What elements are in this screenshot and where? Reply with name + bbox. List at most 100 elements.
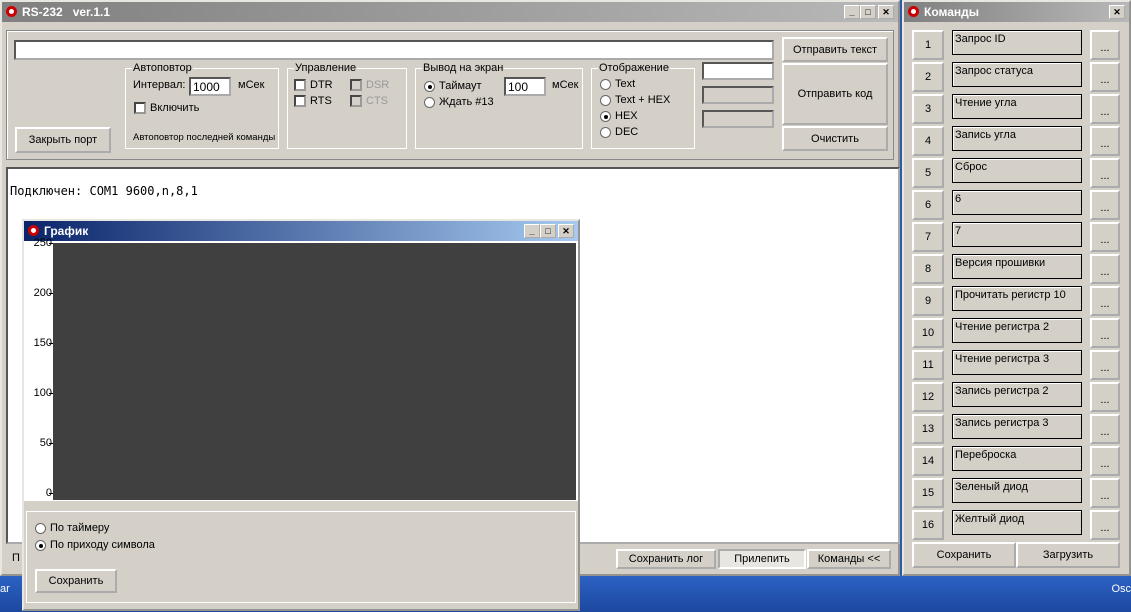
commands-close-button[interactable]: ✕ xyxy=(1109,5,1125,19)
command-edit-button[interactable]: ... xyxy=(1090,350,1120,380)
command-name-field[interactable]: Переброска xyxy=(952,446,1082,471)
clear-button[interactable]: Очистить xyxy=(782,126,888,151)
command-name-field[interactable]: Сброс xyxy=(952,158,1082,183)
graph-close-button[interactable]: ✕ xyxy=(558,224,574,238)
command-number-button[interactable]: 5 xyxy=(912,158,944,188)
close-port-button[interactable]: Закрыть порт xyxy=(15,127,111,153)
command-edit-button[interactable]: ... xyxy=(1090,318,1120,348)
command-number-button[interactable]: 16 xyxy=(912,510,944,540)
command-number-button[interactable]: 6 xyxy=(912,190,944,220)
command-number-button[interactable]: 15 xyxy=(912,478,944,508)
command-name-field[interactable]: Желтый диод xyxy=(952,510,1082,535)
display-label: Отображение xyxy=(598,62,670,74)
commands-toggle-button[interactable]: Команды << xyxy=(807,549,891,569)
output-label: Вывод на экран xyxy=(422,62,505,74)
command-name-field[interactable]: 7 xyxy=(952,222,1082,247)
command-edit-button[interactable]: ... xyxy=(1090,286,1120,316)
command-name-field[interactable]: Запрос ID xyxy=(952,30,1082,55)
send-text-input[interactable] xyxy=(14,40,774,60)
command-number-button[interactable]: 2 xyxy=(912,62,944,92)
code-input-3[interactable] xyxy=(702,110,774,128)
command-name-field[interactable]: Зеленый диод xyxy=(952,478,1082,503)
command-edit-button[interactable]: ... xyxy=(1090,222,1120,252)
graph-save-button[interactable]: Сохранить xyxy=(35,569,117,593)
command-name-field[interactable]: Запись регистра 3 xyxy=(952,414,1082,439)
interval-unit: мСек xyxy=(238,79,265,91)
command-edit-button[interactable]: ... xyxy=(1090,414,1120,444)
command-number-button[interactable]: 13 xyxy=(912,414,944,444)
control-group: Управление DTR RTS DSR CTS xyxy=(287,62,407,149)
command-edit-button[interactable]: ... xyxy=(1090,478,1120,508)
timeout-input[interactable]: 100 xyxy=(504,77,546,96)
command-number-button[interactable]: 10 xyxy=(912,318,944,348)
command-number-button[interactable]: 7 xyxy=(912,222,944,252)
commands-save-button[interactable]: Сохранить xyxy=(912,542,1016,568)
dtr-checkbox[interactable]: DTR xyxy=(294,79,333,92)
display-text-hex-radio[interactable]: Text + HEX xyxy=(600,94,670,106)
display-dec-radio[interactable]: DEC xyxy=(600,126,638,138)
autorepeat-label: Автоповтор xyxy=(132,62,193,74)
enable-checkbox[interactable]: Включить xyxy=(134,102,200,115)
command-edit-button[interactable]: ... xyxy=(1090,382,1120,412)
enable-label: Включить xyxy=(150,102,200,114)
graph-maximize-button[interactable]: □ xyxy=(540,224,556,238)
command-name-field[interactable]: Версия прошивки xyxy=(952,254,1082,279)
command-edit-button[interactable]: ... xyxy=(1090,446,1120,476)
display-group: Отображение Text Text + HEX HEX DEC xyxy=(591,62,695,149)
code-input-1[interactable] xyxy=(702,62,774,80)
command-number-button[interactable]: 8 xyxy=(912,254,944,284)
save-log-button[interactable]: Сохранить лог xyxy=(616,549,716,569)
commands-title: Команды xyxy=(924,5,980,19)
command-edit-button[interactable]: ... xyxy=(1090,254,1120,284)
command-edit-button[interactable]: ... xyxy=(1090,126,1120,156)
plot-area xyxy=(53,243,576,500)
command-number-button[interactable]: 4 xyxy=(912,126,944,156)
command-number-button[interactable]: 3 xyxy=(912,94,944,124)
maximize-button[interactable]: □ xyxy=(860,5,876,19)
attach-button[interactable]: Прилепить xyxy=(718,549,806,569)
chart-area: 250200150100500 xyxy=(24,237,578,501)
command-edit-button[interactable]: ... xyxy=(1090,94,1120,124)
command-name-field[interactable]: Чтение угла xyxy=(952,94,1082,119)
command-name-field[interactable]: Запрос статуса xyxy=(952,62,1082,87)
minimize-button[interactable]: _ xyxy=(844,5,860,19)
command-edit-button[interactable]: ... xyxy=(1090,62,1120,92)
interval-label: Интервал: xyxy=(133,79,186,91)
command-name-field[interactable]: 6 xyxy=(952,190,1082,215)
timeout-radio[interactable]: Таймаут xyxy=(424,80,482,92)
main-titlebar: RS-232 ver.1.1 _ □ ✕ xyxy=(2,2,898,22)
command-name-field[interactable]: Запись регистра 2 xyxy=(952,382,1082,407)
command-number-button[interactable]: 11 xyxy=(912,350,944,380)
wait-13-radio[interactable]: Ждать #13 xyxy=(424,96,494,108)
command-name-field[interactable]: Запись угла xyxy=(952,126,1082,151)
autorepeat-group: Автоповтор Интервал: 1000 мСек Включить … xyxy=(125,62,279,149)
app-icon xyxy=(6,6,17,17)
command-number-button[interactable]: 9 xyxy=(912,286,944,316)
display-hex-radio[interactable]: HEX xyxy=(600,110,638,122)
interval-input[interactable]: 1000 xyxy=(189,77,231,96)
taskbar-item-right[interactable]: Osc xyxy=(1111,583,1131,595)
by-symbol-radio[interactable]: По приходу символа xyxy=(35,539,155,551)
display-text-radio[interactable]: Text xyxy=(600,78,635,90)
command-number-button[interactable]: 14 xyxy=(912,446,944,476)
send-text-button[interactable]: Отправить текст xyxy=(782,37,888,62)
command-edit-button[interactable]: ... xyxy=(1090,510,1120,540)
taskbar-item-left[interactable]: ar xyxy=(0,583,10,595)
control-label: Управление xyxy=(294,62,358,74)
by-timer-radio[interactable]: По таймеру xyxy=(35,522,109,534)
close-button[interactable]: ✕ xyxy=(878,5,894,19)
commands-load-button[interactable]: Загрузить xyxy=(1016,542,1120,568)
command-edit-button[interactable]: ... xyxy=(1090,190,1120,220)
command-number-button[interactable]: 1 xyxy=(912,30,944,60)
command-name-field[interactable]: Чтение регистра 2 xyxy=(952,318,1082,343)
command-number-button[interactable]: 12 xyxy=(912,382,944,412)
command-name-field[interactable]: Чтение регистра 3 xyxy=(952,350,1082,375)
command-edit-button[interactable]: ... xyxy=(1090,30,1120,60)
command-name-field[interactable]: Прочитать регистр 10 xyxy=(952,286,1082,311)
code-input-2[interactable] xyxy=(702,86,774,104)
command-edit-button[interactable]: ... xyxy=(1090,158,1120,188)
rts-checkbox[interactable]: RTS xyxy=(294,95,332,108)
send-code-button[interactable]: Отправить код xyxy=(782,63,888,125)
main-title: RS-232 ver.1.1 xyxy=(22,5,111,19)
graph-minimize-button[interactable]: _ xyxy=(524,224,540,238)
